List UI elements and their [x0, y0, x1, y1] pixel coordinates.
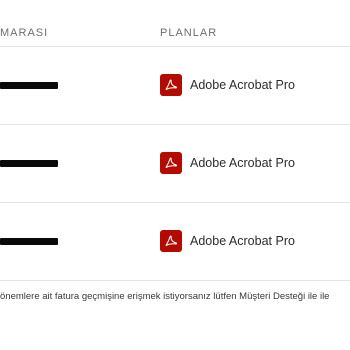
plan-cell: Adobe Acrobat Pro	[160, 229, 295, 253]
plans-column-header: PLANLAR	[160, 27, 218, 39]
acrobat-pdf-icon	[160, 230, 182, 252]
table-row: Adobe Acrobat Pro	[0, 124, 350, 203]
account-column-header: MARASI	[0, 27, 49, 39]
redacted-account-number	[0, 160, 58, 167]
table-row: Adobe Acrobat Pro	[0, 202, 350, 281]
acrobat-pdf-icon	[160, 152, 182, 174]
plan-name: Adobe Acrobat Pro	[190, 78, 295, 92]
plan-cell: Adobe Acrobat Pro	[160, 151, 295, 175]
acrobat-pdf-icon	[160, 74, 182, 96]
table-row: Adobe Acrobat Pro	[0, 46, 350, 125]
redacted-account-number	[0, 82, 58, 89]
redacted-account-number	[0, 238, 58, 245]
plan-cell: Adobe Acrobat Pro	[160, 73, 295, 97]
plan-name: Adobe Acrobat Pro	[190, 234, 295, 248]
billing-plans-page: MARASI PLANLAR Adobe Acrobat Pro Adobe A…	[0, 0, 350, 350]
billing-history-note: önemlere ait fatura geçmişine erişmek is…	[0, 291, 330, 302]
table-header: MARASI PLANLAR	[0, 0, 350, 47]
plan-name: Adobe Acrobat Pro	[190, 156, 295, 170]
